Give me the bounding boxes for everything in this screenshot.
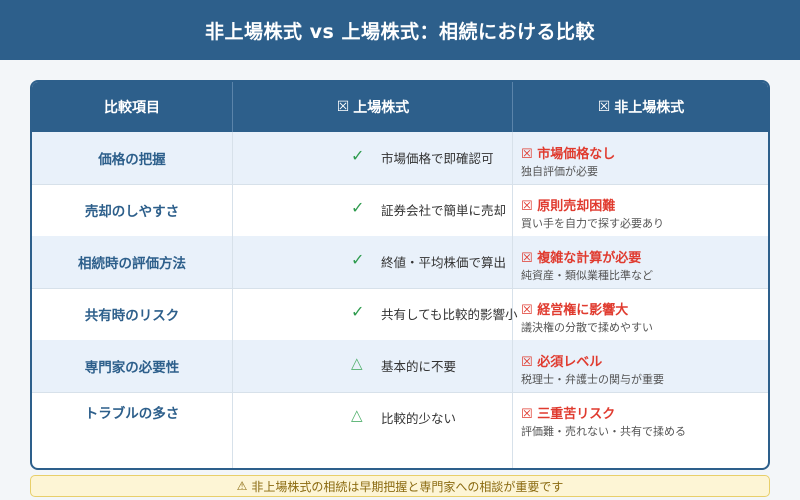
unlisted-sub: 議決権の分散で揉めやすい	[521, 321, 653, 334]
comparison-table: 比較項目 ☒ 上場株式 ☒ 非上場株式 価格の把握 ✓ 市場価格で即確認可 ☒ …	[30, 80, 770, 470]
listed-text: 終値・平均株価で算出	[381, 255, 507, 270]
row-item-label: 専門家の必要性	[84, 360, 180, 376]
unlisted-cell: ☒ 原則売却困難 買い手を自力で探す必要あり	[512, 184, 768, 236]
cross-box-icon: ☒	[521, 251, 533, 266]
warning-icon: ⚠	[236, 479, 248, 493]
unlisted-cell: ☒ 経営権に影響大 議決権の分散で揉めやすい	[512, 288, 768, 340]
unlisted-sub: 税理士・弁護士の関与が重要	[521, 373, 664, 386]
footer-text: 非上場株式の相続は早期把握と専門家への相談が重要です	[251, 479, 564, 494]
listed-text: 市場価格で即確認可	[381, 151, 494, 166]
listed-cell: ✓ 証券会社で簡単に売却	[232, 184, 512, 236]
row-item-label: 売却のしやすさ	[84, 204, 180, 220]
header-listed-label: 上場株式	[353, 100, 410, 116]
table-row: 相続時の評価方法 ✓ 終値・平均株価で算出 ☒ 複雑な計算が必要 純資産・類似業…	[32, 236, 768, 289]
row-item-label: トラブルの多さ	[84, 406, 180, 422]
footer-note: ⚠ 非上場株式の相続は早期把握と専門家への相談が重要です	[30, 475, 770, 497]
unlisted-cell: ☒ 三重苦リスク 評価難・売れない・共有で揉める	[512, 392, 768, 468]
unlisted-sub: 独自評価が必要	[521, 165, 598, 178]
checkbox-icon: ☒	[336, 99, 350, 115]
listed-text: 証券会社で簡単に売却	[381, 203, 507, 218]
triangle-icon: △	[351, 406, 363, 424]
check-icon: ✓	[351, 146, 365, 165]
unlisted-cell: ☒ 必須レベル 税理士・弁護士の関与が重要	[512, 340, 768, 392]
triangle-icon: △	[351, 354, 363, 372]
unlisted-sub: 買い手を自力で探す必要あり	[521, 217, 664, 230]
listed-cell: △ 比較的少ない	[232, 392, 512, 468]
row-item-label: 相続時の評価方法	[78, 256, 186, 272]
header-listed: ☒ 上場株式	[232, 82, 513, 132]
cross-box-icon: ☒	[521, 355, 533, 370]
listed-cell: ✓ 終値・平均株価で算出	[232, 236, 512, 288]
cross-box-icon: ☒	[521, 407, 533, 422]
table-header: 比較項目 ☒ 上場株式 ☒ 非上場株式	[32, 82, 768, 132]
table-row: 売却のしやすさ ✓ 証券会社で簡単に売却 ☒ 原則売却困難 買い手を自力で探す必…	[32, 184, 768, 237]
listed-cell: △ 基本的に不要	[232, 340, 512, 392]
unlisted-sub: 純資産・類似業種比準など	[521, 269, 653, 282]
unlisted-head: ☒ 複雑な計算が必要	[521, 251, 642, 266]
unlisted-head: ☒ 三重苦リスク	[521, 407, 616, 422]
checkbox-icon: ☒	[597, 99, 611, 115]
header-item: 比較項目	[104, 100, 160, 116]
listed-cell: ✓ 市場価格で即確認可	[232, 132, 512, 184]
unlisted-cell: ☒ 複雑な計算が必要 純資産・類似業種比準など	[512, 236, 768, 288]
cross-box-icon: ☒	[521, 147, 533, 162]
listed-text: 共有しても比較的影響小	[381, 307, 518, 322]
check-icon: ✓	[351, 198, 365, 217]
unlisted-head: ☒ 市場価格なし	[521, 147, 616, 162]
check-icon: ✓	[351, 250, 365, 269]
unlisted-head: ☒ 経営権に影響大	[521, 303, 629, 318]
listed-text: 基本的に不要	[381, 359, 457, 374]
listed-cell: ✓ 共有しても比較的影響小	[232, 288, 518, 340]
unlisted-cell: ☒ 市場価格なし 独自評価が必要	[512, 132, 768, 184]
table-row: 価格の把握 ✓ 市場価格で即確認可 ☒ 市場価格なし 独自評価が必要	[32, 132, 768, 185]
row-item-label: 共有時のリスク	[84, 308, 180, 324]
header-unlisted-label: 非上場株式	[614, 100, 685, 116]
listed-text: 比較的少ない	[381, 411, 457, 426]
unlisted-head: ☒ 原則売却困難	[521, 199, 616, 214]
table-row: 共有時のリスク ✓ 共有しても比較的影響小 ☒ 経営権に影響大 議決権の分散で揉…	[32, 288, 768, 341]
row-item-label: 価格の把握	[98, 152, 166, 168]
cross-box-icon: ☒	[521, 199, 533, 214]
unlisted-sub: 評価難・売れない・共有で揉める	[521, 425, 686, 438]
table-row: 専門家の必要性 △ 基本的に不要 ☒ 必須レベル 税理士・弁護士の関与が重要	[32, 340, 768, 393]
unlisted-head: ☒ 必須レベル	[521, 355, 603, 370]
cross-box-icon: ☒	[521, 303, 533, 318]
header-unlisted: ☒ 非上場株式	[512, 82, 768, 132]
check-icon: ✓	[351, 302, 365, 321]
page-title: 非上場株式 vs 上場株式：相続における比較	[0, 0, 800, 60]
table-row: トラブルの多さ △ 比較的少ない ☒ 三重苦リスク 評価難・売れない・共有で揉め…	[32, 392, 768, 468]
